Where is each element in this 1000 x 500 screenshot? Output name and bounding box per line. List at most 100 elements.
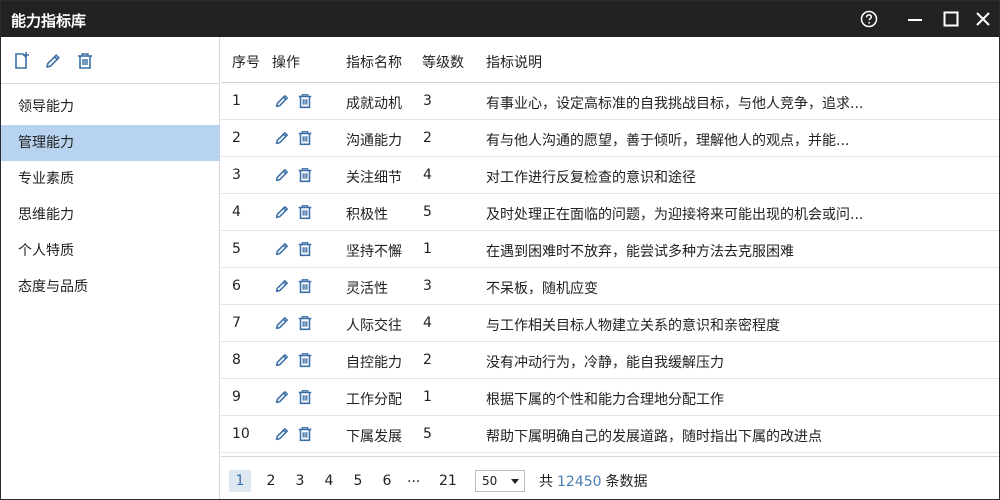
edit-row-button[interactable] [273,166,291,184]
edit-category-button[interactable] [43,51,63,71]
indicator-description: 与工作相关目标人物建立关系的意识和亲密程度 [486,318,780,334]
level-count: 2 [423,130,432,146]
edit-icon [46,54,60,68]
level-count: 2 [423,352,432,368]
edit-row-button[interactable] [273,425,291,443]
indicator-description: 及时处理正在面临的问题，为迎接将来可能出现的机会或问... [486,207,864,223]
delete-icon [296,388,314,406]
table-row[interactable]: 10 下属发展 5 帮助下属明确自己的发展道路，随时指出下属的改进点 [221,416,999,453]
page-button[interactable]: 5 [347,470,369,492]
table-row[interactable]: 4 积极性 5 及时处理正在面临的问题，为迎接将来可能出现的机会或问... [221,194,999,231]
app-window: 能力指标库 领导能力 管理能力 专业素质 思维能力 个人特质 态度与品质 序号 … [0,0,1000,500]
level-count: 5 [423,426,432,442]
add-icon [15,52,29,69]
table-row[interactable]: 2 沟通能力 2 有与他人沟通的愿望，善于倾听，理解他人的观点，并能... [221,120,999,157]
row-index: 7 [232,315,241,331]
level-count: 4 [423,167,432,183]
edit-icon [273,351,291,369]
indicator-name: 成就动机 [346,96,402,112]
close-icon [976,12,990,26]
table-row[interactable]: 1 成就动机 3 有事业心，设定高标准的自我挑战目标，与他人竞争，追求... [221,83,999,120]
sidebar-item[interactable]: 领导能力 [1,89,220,125]
row-index: 8 [232,352,241,368]
help-button[interactable] [849,1,889,37]
page-button[interactable]: 1 [229,470,251,492]
delete-icon [296,166,314,184]
sidebar-item[interactable]: 管理能力 [1,125,220,161]
delete-row-button[interactable] [296,240,314,258]
table-row[interactable]: 8 自控能力 2 没有冲动行为，冷静，能自我缓解压力 [221,342,999,379]
edit-row-button[interactable] [273,203,291,221]
close-button[interactable] [963,1,1000,37]
table-row[interactable]: 6 灵活性 3 不呆板，随机应变 [221,268,999,305]
delete-row-button[interactable] [296,203,314,221]
delete-row-button[interactable] [296,129,314,147]
delete-row-button[interactable] [296,425,314,443]
row-index: 10 [232,426,250,442]
indicator-description: 不呆板，随机应变 [486,281,598,297]
table-row[interactable]: 3 关注细节 4 对工作进行反复检查的意识和途径 [221,157,999,194]
edit-row-button[interactable] [273,388,291,406]
delete-category-button[interactable] [75,51,95,71]
delete-row-button[interactable] [296,388,314,406]
edit-row-button[interactable] [273,351,291,369]
table-row[interactable]: 9 工作分配 1 根据下属的个性和能力合理地分配工作 [221,379,999,416]
edit-icon [273,203,291,221]
header-name[interactable]: 指标名称 [346,52,402,72]
page-button[interactable]: 3 [289,470,311,492]
delete-row-button[interactable] [296,314,314,332]
category-list: 领导能力 管理能力 专业素质 思维能力 个人特质 态度与品质 [1,89,220,305]
minimize-icon [908,19,922,21]
page-ellipsis: ... [407,470,421,486]
minimize-button[interactable] [895,1,935,37]
sidebar-item[interactable]: 思维能力 [1,197,220,233]
delete-icon [296,351,314,369]
sidebar-item[interactable]: 个人特质 [1,233,220,269]
delete-icon [296,240,314,258]
edit-row-button[interactable] [273,314,291,332]
edit-row-button[interactable] [273,277,291,295]
sidebar-item[interactable]: 态度与品质 [1,269,220,305]
page-button[interactable]: 4 [318,470,340,492]
pagination: ... 21 50 共 12450 条数据 123456 [221,456,999,499]
edit-row-button[interactable] [273,240,291,258]
row-index: 6 [232,278,241,294]
indicator-description: 在遇到困难时不放弃，能尝试多种方法去克服困难 [486,244,794,260]
add-category-button[interactable] [12,51,32,71]
edit-icon [273,92,291,110]
page-button[interactable]: 2 [260,470,282,492]
table-header: 序号 操作 指标名称 等级数 指标说明 [221,37,999,83]
indicator-name: 关注细节 [346,170,402,186]
indicator-description: 对工作进行反复检查的意识和途径 [486,170,696,186]
indicator-name: 沟通能力 [346,133,402,149]
delete-row-button[interactable] [296,277,314,295]
sidebar-item[interactable]: 专业素质 [1,161,220,197]
indicator-description: 根据下属的个性和能力合理地分配工作 [486,392,724,408]
level-count: 3 [423,93,432,109]
indicator-description: 没有冲动行为，冷静，能自我缓解压力 [486,355,724,371]
page-last[interactable]: 21 [435,470,461,492]
help-icon [860,10,878,28]
page-size-select[interactable]: 50 [475,470,525,492]
level-count: 5 [423,204,432,220]
indicator-name: 自控能力 [346,355,402,371]
table-row[interactable]: 5 坚持不懈 1 在遇到困难时不放弃，能尝试多种方法去克服困难 [221,231,999,268]
delete-row-button[interactable] [296,351,314,369]
row-index: 9 [232,389,241,405]
delete-row-button[interactable] [296,92,314,110]
row-index: 5 [232,241,241,257]
edit-row-button[interactable] [273,92,291,110]
header-level[interactable]: 等级数 [422,52,464,72]
level-count: 1 [423,389,432,405]
table-body: 1 成就动机 3 有事业心，设定高标准的自我挑战目标，与他人竞争，追求... 2 沟通能力… [221,83,999,453]
indicator-description: 帮助下属明确自己的发展道路，随时指出下属的改进点 [486,429,822,445]
level-count: 3 [423,278,432,294]
table-row[interactable]: 7 人际交往 4 与工作相关目标人物建立关系的意识和亲密程度 [221,305,999,342]
edit-row-button[interactable] [273,129,291,147]
delete-icon [296,277,314,295]
edit-icon [273,314,291,332]
page-button[interactable]: 6 [376,470,398,492]
row-index: 4 [232,204,241,220]
delete-row-button[interactable] [296,166,314,184]
indicator-name: 积极性 [346,207,388,223]
